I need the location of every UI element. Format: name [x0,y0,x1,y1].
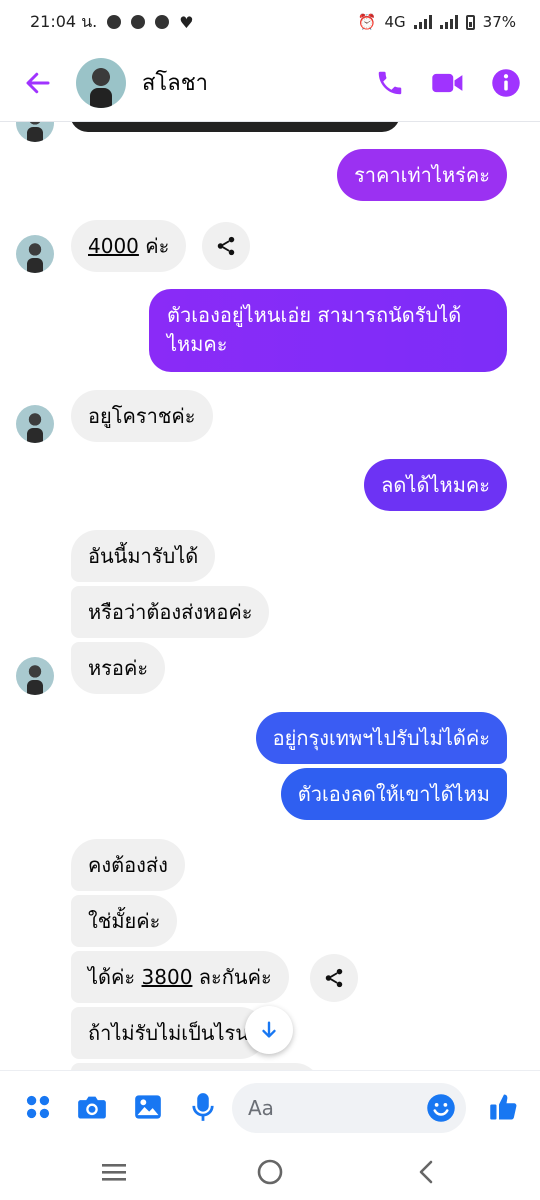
camera-icon [78,1096,106,1119]
incoming-message[interactable]: อันนี้มารับได้ [71,530,216,582]
message-text: ได้ค่ะ [88,965,142,989]
video-call-button[interactable] [426,61,470,105]
status-bar: 21:04 น. ♥ ⏰ 4G 37% [0,0,540,44]
recent-apps-button[interactable] [94,1156,134,1188]
sender-avatar[interactable] [16,122,54,142]
signal-icon [413,15,432,29]
share-button[interactable] [202,222,250,270]
message-input-placeholder: Aa [248,1096,274,1120]
incoming-message[interactable]: คงต้องส่ง [71,839,185,891]
video-camera-icon [432,73,463,92]
outgoing-message[interactable]: อยู่กรุงเทพฯไปรับไม่ได้ค่ะ [255,712,507,764]
composer-bar: Aa [0,1070,540,1145]
share-icon [325,968,343,988]
thumbs-up-icon [490,1094,517,1120]
outgoing-message[interactable]: ลดได้ไหมคะ [364,459,507,511]
incoming-message[interactable]: อยูโคราชค่ะ [71,390,213,442]
message-line: ตัวเองอยู่ไหนเอ่ย สามารถนัดรับได้ [167,303,462,327]
contact-name[interactable]: สโลชา [142,65,354,100]
outgoing-message[interactable]: ตัวเองอยู่ไหนเอ่ย สามารถนัดรับได้ ไหมคะ [149,289,507,372]
price-link[interactable]: 3800 [142,965,193,989]
alarm-icon: ⏰ [357,13,377,31]
sender-avatar[interactable] [16,405,54,443]
image-icon [135,1095,161,1119]
incoming-message[interactable]: ได้ค่ะ 3800 ละกันค่ะ [71,951,289,1003]
incoming-message-partial[interactable] [71,1063,321,1070]
incoming-message[interactable]: ใช่มั้ยค่ะ [71,895,178,947]
outgoing-message[interactable]: ราคาเท่าไหร่คะ [337,149,507,201]
back-nav-button[interactable] [406,1156,446,1188]
contact-avatar[interactable] [76,57,126,108]
like-button[interactable] [484,1087,524,1127]
voice-message-button[interactable] [183,1087,223,1127]
line-icon [131,15,146,29]
line-icon-2 [155,15,170,29]
signal-icon-2 [439,15,458,29]
message-list[interactable]: ราคาเท่าไหร่คะ 4000 ค่ะ ตัวเองอยู่ไหนเอ่… [0,122,540,1070]
info-button[interactable] [484,61,528,105]
conversation-header: สโลชา [0,44,540,122]
battery-level: 37% [482,13,516,31]
facebook-icon [107,15,122,29]
phone-icon [378,71,402,94]
incoming-message[interactable]: หรือว่าต้องส่งหอค่ะ [71,586,270,638]
price-link[interactable]: 4000 [88,234,139,258]
outgoing-message[interactable]: ตัวเองลดให้เขาได้ไหม [280,768,507,820]
grid-dots-icon [26,1095,50,1119]
back-button[interactable] [18,63,58,103]
system-navigation-bar [0,1144,540,1200]
message-text: ละกันค่ะ [192,965,272,989]
chevron-left-icon [419,1160,433,1184]
status-time: 21:04 น. [30,11,98,31]
voice-call-button[interactable] [368,61,412,105]
scroll-to-bottom-button[interactable] [245,1006,293,1054]
info-icon [492,68,520,97]
incoming-message[interactable]: 4000 ค่ะ [71,220,187,272]
share-icon [217,236,235,256]
home-circle-icon [257,1159,283,1185]
incoming-message[interactable]: หรอค่ะ [71,642,166,694]
heart-icon: ♥ [179,12,194,32]
more-actions-button[interactable] [18,1087,58,1127]
menu-lines-icon [102,1164,126,1181]
message-text: ค่ะ [138,234,170,258]
back-arrow-icon [26,72,50,93]
microphone-icon [192,1093,214,1121]
home-button[interactable] [250,1156,290,1188]
message-line: ไหมคะ [167,332,228,356]
message-input[interactable]: Aa [232,1083,466,1133]
incoming-message[interactable]: ถ้าไม่รับไม่เป็นไรน [71,1007,266,1059]
sender-avatar[interactable] [16,657,54,695]
camera-button[interactable] [72,1087,112,1127]
share-button[interactable] [310,954,358,1002]
sender-avatar[interactable] [16,235,54,273]
arrow-down-icon [262,1021,276,1038]
gallery-button[interactable] [128,1087,168,1127]
network-type: 4G [384,13,406,31]
battery-icon [465,14,475,30]
shared-media-preview[interactable] [70,122,400,132]
emoji-icon[interactable] [426,1093,456,1123]
